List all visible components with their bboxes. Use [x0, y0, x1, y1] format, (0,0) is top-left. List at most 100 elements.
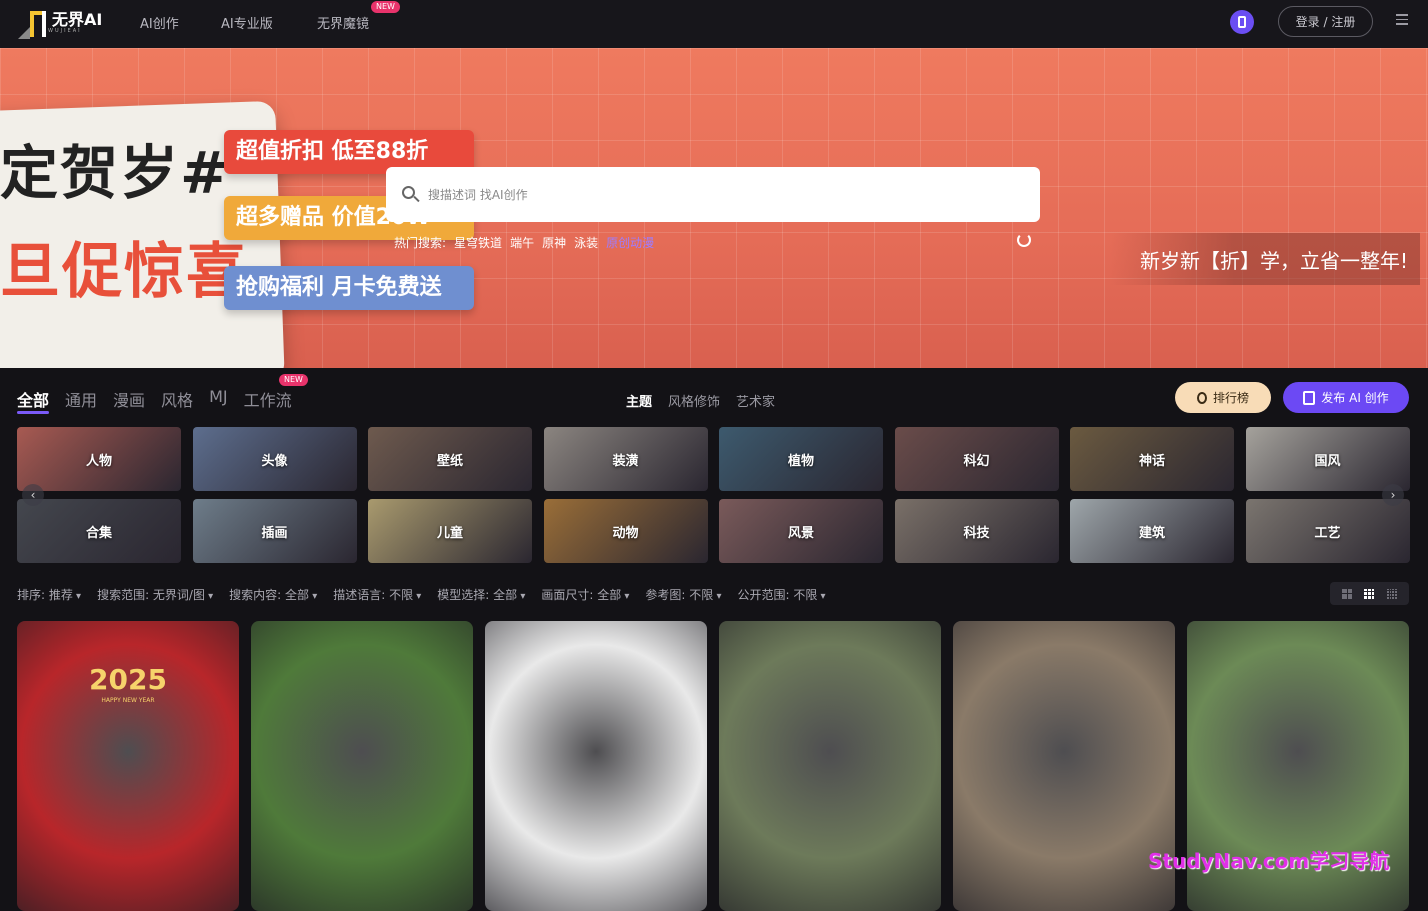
view-toggle[interactable] — [1330, 582, 1409, 605]
grid-small-icon[interactable] — [1386, 588, 1397, 599]
tab-mj[interactable]: MJ — [209, 387, 228, 411]
tab-workflow[interactable]: 工作流 — [244, 387, 292, 411]
category-label: 植物 — [787, 453, 814, 469]
category-tile[interactable]: 头像 — [192, 427, 357, 491]
top-bar: 无界AI WUJIEAI AI创作 AI专业版 无界魔镜 NEW 登录 / 注册 — [0, 0, 1428, 48]
logo-text: 无界AI — [52, 10, 103, 29]
chevron-right-icon[interactable]: › — [1382, 484, 1404, 506]
tab-all[interactable]: 全部 — [17, 387, 50, 414]
gallery-card-sweater-bear[interactable] — [953, 621, 1175, 911]
category-tile[interactable]: 儿童 — [368, 499, 532, 563]
grid-medium-icon[interactable] — [1364, 588, 1375, 599]
nav-ai-create[interactable]: AI创作 — [140, 13, 179, 32]
category-tile[interactable]: 建筑 — [1070, 499, 1234, 563]
gallery-card-god-of-wealth[interactable]: 2025 HAPPY NEW YEAR — [17, 621, 239, 911]
category-grid: 人物 头像 壁纸 装潢 植物 科幻 神话 国风合集 插画 儿童 动物 风景 科技 建筑 工艺 — [17, 427, 1410, 563]
login-register-button[interactable]: 登录 / 注册 — [1278, 6, 1373, 37]
category-label: 儿童 — [436, 525, 463, 541]
gallery-card-robot-swing[interactable] — [485, 621, 707, 911]
category-label: 合集 — [85, 525, 112, 541]
filter-dropdown[interactable]: 排序: 推荐 — [17, 586, 81, 603]
menu-icon[interactable] — [1396, 14, 1408, 26]
filter-dropdown[interactable]: 参考图: 不限 — [645, 586, 721, 603]
hot-search-term-highlight[interactable]: 原创动漫 — [606, 234, 654, 251]
card-year-text: 2025 — [89, 663, 167, 696]
nav-magic-mirror[interactable]: 无界魔镜 — [317, 13, 369, 32]
search-input[interactable] — [428, 187, 988, 202]
filter-bar: 排序: 推荐搜索范围: 无界词/图搜索内容: 全部描述语言: 不限模型选择: 全… — [17, 586, 826, 603]
filter-dropdown[interactable]: 搜索范围: 无界词/图 — [97, 586, 213, 603]
logo[interactable]: 无界AI WUJIEAI — [18, 5, 104, 41]
category-tile[interactable]: 植物 — [719, 427, 883, 491]
category-label: 风景 — [787, 525, 814, 541]
ranking-button[interactable]: 排行榜 — [1175, 382, 1271, 413]
category-label: 装潢 — [612, 453, 639, 469]
category-label: 动物 — [612, 525, 639, 541]
subtab-style-modifier[interactable]: 风格修饰 — [668, 391, 720, 410]
category-tile[interactable]: 插画 — [192, 499, 357, 563]
tab-general[interactable]: 通用 — [65, 387, 97, 411]
category-label: 科幻 — [963, 453, 990, 469]
filter-dropdown[interactable]: 模型选择: 全部 — [437, 586, 525, 603]
search-icon[interactable] — [402, 185, 420, 204]
category-tile[interactable]: 风景 — [719, 499, 883, 563]
hot-search-term[interactable]: 端午 — [510, 234, 534, 251]
card-sub-text: HAPPY NEW YEAR — [101, 697, 155, 704]
hot-search-term[interactable]: 泳装 — [574, 234, 598, 251]
category-label: 壁纸 — [436, 453, 463, 469]
gallery-card-cherries[interactable] — [251, 621, 473, 911]
subtab-theme[interactable]: 主题 — [626, 391, 652, 410]
hot-searches: 热门搜索: 星穹铁道 端午 原神 泳装 原创动漫 — [394, 234, 654, 251]
hot-search-label: 热门搜索: — [394, 236, 447, 250]
theme-subtabs: 主题 风格修饰 艺术家 — [626, 391, 775, 410]
tab-style[interactable]: 风格 — [161, 387, 193, 411]
watermark: StudyNav.com学习导航 — [1148, 849, 1390, 873]
category-label: 国风 — [1314, 453, 1341, 469]
publish-button[interactable]: 发布 AI 创作 — [1283, 382, 1409, 413]
ranking-label: 排行榜 — [1212, 391, 1249, 405]
category-tile[interactable]: 壁纸 — [368, 427, 532, 491]
category-tile[interactable]: 装潢 — [543, 427, 708, 491]
refresh-icon[interactable] — [1017, 233, 1031, 247]
medal-icon — [1196, 391, 1207, 404]
new-badge: NEW — [279, 374, 308, 386]
grid-large-icon[interactable] — [1342, 588, 1353, 599]
nav-ai-pro[interactable]: AI专业版 — [221, 13, 273, 32]
hot-search-term[interactable]: 原神 — [542, 234, 566, 251]
tab-comic[interactable]: 漫画 — [113, 387, 145, 411]
category-tile[interactable]: 合集 — [17, 499, 181, 563]
subtab-artist[interactable]: 艺术家 — [736, 391, 775, 410]
filter-dropdown[interactable]: 画面尺寸: 全部 — [541, 586, 629, 603]
category-label: 工艺 — [1314, 525, 1341, 541]
category-tile[interactable]: 人物 — [17, 427, 181, 491]
hot-search-term[interactable]: 星穹铁道 — [454, 234, 502, 251]
category-label: 神话 — [1138, 453, 1165, 469]
category-tile[interactable]: 神话 — [1070, 427, 1234, 491]
filter-dropdown[interactable]: 搜索内容: 全部 — [229, 586, 317, 603]
filter-dropdown[interactable]: 描述语言: 不限 — [333, 586, 421, 603]
category-tile[interactable]: 科幻 — [894, 427, 1059, 491]
category-tile[interactable]: 科技 — [894, 499, 1059, 563]
category-label: 建筑 — [1138, 525, 1165, 541]
filter-dropdown[interactable]: 公开范围: 不限 — [737, 586, 825, 603]
document-icon — [1303, 390, 1316, 405]
chevron-left-icon[interactable]: ‹ — [22, 484, 44, 506]
category-label: 头像 — [261, 453, 288, 469]
category-tile[interactable]: 动物 — [543, 499, 708, 563]
mobile-app-button[interactable] — [1230, 10, 1254, 34]
promo-subtitle: 旦促惊喜 — [0, 237, 248, 307]
logo-icon — [18, 7, 48, 39]
category-tile[interactable]: 工艺 — [1245, 499, 1410, 563]
search-bar[interactable] — [386, 167, 1040, 222]
category-label: 人物 — [85, 453, 112, 469]
category-tile[interactable]: 国风 — [1245, 427, 1410, 491]
publish-label: 发布 AI 创作 — [1321, 391, 1389, 405]
banner-slogan: 新岁新【折】学，立省一整年! — [1110, 233, 1420, 285]
promo-title: 定贺岁# — [0, 139, 231, 207]
new-badge: NEW — [371, 1, 400, 13]
category-label: 科技 — [963, 525, 990, 541]
category-tabs: 全部 通用 漫画 风格 MJ 工作流 — [17, 387, 292, 414]
gallery-card-girl-portrait[interactable] — [719, 621, 941, 911]
promo-ribbon-card: 抢购福利 月卡免费送 — [224, 266, 474, 310]
phone-icon — [1238, 16, 1246, 28]
